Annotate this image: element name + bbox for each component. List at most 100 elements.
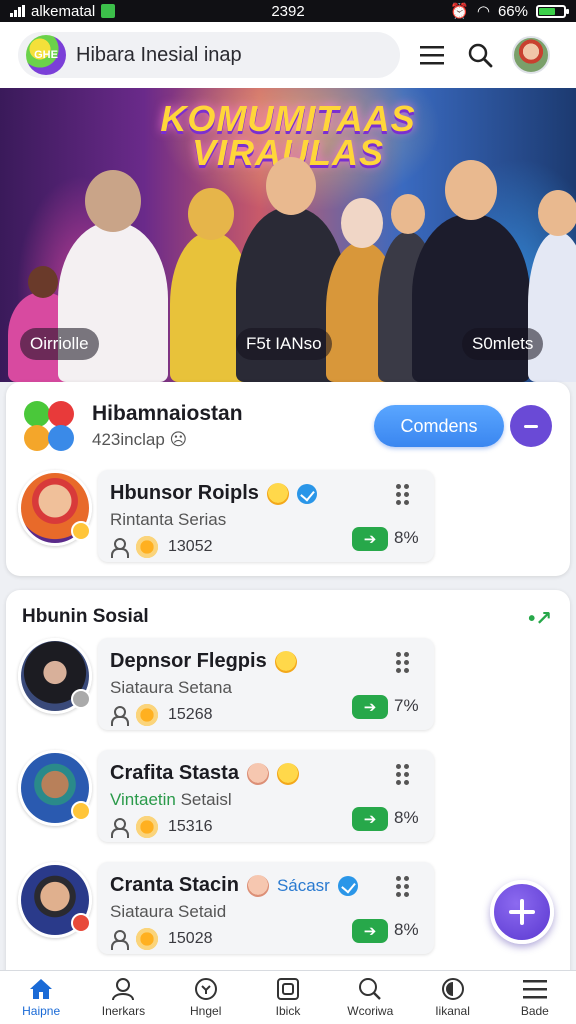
hero-title-line1: KOMUMITAAS (160, 98, 416, 139)
member-percent: 7% (394, 696, 419, 715)
nav-label: Inerkars (101, 1004, 146, 1018)
member-subtitle: Vintaetin Setaisl (110, 790, 232, 810)
smile-emoji-icon (274, 650, 297, 673)
signal-icon (10, 5, 25, 17)
profile-avatar[interactable] (512, 36, 550, 74)
hero-banner[interactable]: KOMUMITAAS VIRAULAS Oirriolle F5t IANso … (0, 88, 576, 382)
badge-icon (71, 913, 91, 933)
nav-item-explore[interactable]: Hngel (165, 971, 247, 1024)
list-item[interactable]: Crafita Stasta Vintaetin Setaisl 15316 8… (18, 750, 434, 842)
smile-emoji-icon (266, 482, 289, 505)
arrow-right-button[interactable] (352, 527, 388, 551)
battery-percent: 66% (497, 2, 528, 20)
bottom-nav: Haipne Inerkars Hngel Ibick Wcoriwa Iika… (0, 970, 576, 1024)
featured-member-row[interactable]: Hbunsor Roipls Rintanta Serias 13052 8% (18, 470, 434, 562)
member-avatar[interactable] (18, 750, 92, 826)
face-emoji-icon (246, 874, 269, 897)
sun-icon (134, 814, 160, 840)
wifi-icon: ◠ (476, 3, 490, 20)
menu-icon (522, 977, 548, 1001)
nav-item-search[interactable]: Wcoriwa (329, 971, 411, 1024)
home-icon (28, 977, 54, 1001)
hero-person (528, 190, 576, 382)
arrow-right-button[interactable] (352, 919, 388, 943)
nav-label: Haipne (22, 1004, 61, 1018)
carrier-icon (101, 4, 116, 18)
hero-chip[interactable]: F5t IANso (236, 328, 332, 360)
community-card: Hibamnaiostan 423inclap ☹ Comdens Hbunso… (6, 382, 570, 576)
member-subtitle-rest: Setaisl (180, 790, 232, 809)
channel-icon (440, 977, 466, 1001)
hero-chip[interactable]: Oirriolle (20, 328, 99, 360)
member-percent: 8% (394, 920, 419, 939)
search-icon (357, 977, 383, 1001)
search-icon[interactable] (464, 39, 496, 71)
member-card[interactable]: Cranta Stacin Sácasr Siataura Setaid 1502… (98, 862, 434, 954)
badge-icon (71, 521, 91, 541)
arrow-right-button[interactable] (352, 695, 388, 719)
drag-handle-icon[interactable] (396, 764, 410, 785)
list-item[interactable]: Depnsor Flegpis Siataura Setana 15268 7% (18, 638, 434, 730)
status-bar: alkematal 2392 ⏰ ◠ 66% (0, 0, 576, 22)
badge-icon (71, 801, 91, 821)
verified-icon (337, 875, 358, 896)
nav-item-channel[interactable]: Iikanal (411, 971, 493, 1024)
drag-handle-icon[interactable] (396, 484, 410, 505)
member-card[interactable]: Depnsor Flegpis Siataura Setana 15268 7% (98, 638, 434, 730)
nav-item-home[interactable]: Haipne (0, 971, 82, 1024)
app-logo: GHE (26, 35, 66, 75)
minus-icon (524, 424, 538, 428)
member-count: 15028 (168, 930, 213, 947)
member-subtitle: Siataura Setaid (110, 902, 227, 921)
drag-handle-icon[interactable] (396, 652, 410, 673)
member-count: 15268 (168, 706, 213, 723)
social-section: Hbunin Sosial •↗ Depnsor Flegpis Siataur… (6, 590, 570, 990)
compass-icon (193, 977, 219, 1001)
status-time: 2392 (271, 2, 305, 20)
badge-icon (71, 689, 91, 709)
connect-button[interactable]: Comdens (374, 405, 504, 447)
member-percent: 8% (394, 808, 419, 827)
member-avatar[interactable] (18, 470, 92, 546)
member-card[interactable]: Hbunsor Roipls Rintanta Serias 13052 8% (98, 470, 434, 562)
user-icon (110, 977, 136, 1001)
trending-icon[interactable]: •↗ (528, 606, 552, 631)
hero-chip[interactable]: S0mlets (462, 328, 544, 360)
member-card[interactable]: Crafita Stasta Vintaetin Setaisl 15316 8… (98, 750, 434, 842)
nav-item-camera[interactable]: Ibick (247, 971, 329, 1024)
search-bar[interactable]: GHE Hibara Inesial inap (18, 32, 400, 78)
camera-icon (275, 977, 301, 1001)
nav-item-profile[interactable]: Inerkars (82, 971, 164, 1024)
nav-item-menu[interactable]: Bade (494, 971, 576, 1024)
plus-icon (509, 899, 535, 925)
menu-icon[interactable] (416, 39, 448, 71)
section-title: Hbunin Sosial (22, 606, 149, 627)
member-name: Depnsor Flegpis (110, 650, 267, 672)
member-count: 13052 (168, 538, 213, 555)
member-avatar[interactable] (18, 862, 92, 938)
drag-handle-icon[interactable] (396, 876, 410, 897)
member-name: Crafita Stasta (110, 762, 239, 784)
search-text: Hibara Inesial inap (76, 43, 242, 66)
battery-icon (536, 4, 569, 18)
smile-emoji-icon (276, 762, 299, 785)
user-icon (110, 818, 129, 838)
member-tag: Sácasr (276, 875, 330, 895)
community-header: Hibamnaiostan 423inclap ☹ Comdens (24, 398, 552, 454)
member-name: Hbunsor Roipls (110, 482, 259, 504)
member-count: 15316 (168, 818, 213, 835)
user-icon (110, 538, 129, 558)
face-emoji-icon: ☹ (169, 430, 188, 449)
add-fab-button[interactable] (490, 880, 554, 944)
member-subtitle-highlight: Vintaetin (110, 790, 176, 809)
alarm-icon: ⏰ (450, 3, 469, 20)
member-subtitle: Siataura Setana (110, 678, 232, 697)
list-item[interactable]: Cranta Stacin Sácasr Siataura Setaid 1502… (18, 862, 434, 954)
user-icon (110, 706, 129, 726)
app-header: GHE Hibara Inesial inap (0, 22, 576, 88)
arrow-right-button[interactable] (352, 807, 388, 831)
verified-icon (296, 483, 317, 504)
remove-button[interactable] (510, 405, 552, 447)
member-avatar[interactable] (18, 638, 92, 714)
member-percent: 8% (394, 528, 419, 547)
